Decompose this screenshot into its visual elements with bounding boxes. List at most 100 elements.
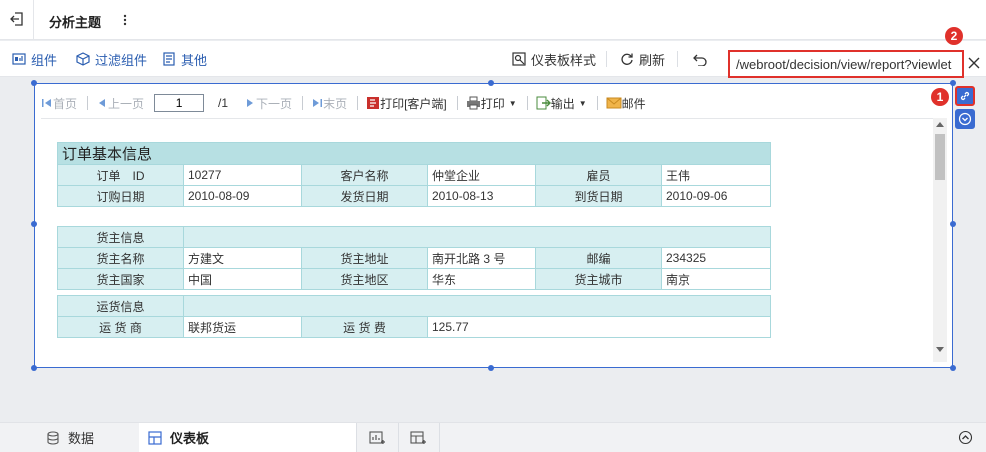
collapse-up-icon[interactable] [958, 430, 973, 445]
field-label: 客户名称 [301, 164, 428, 186]
url-value: /webroot/decision/view/report?viewlet [736, 56, 952, 72]
pdf-print-icon [367, 97, 380, 109]
component-button[interactable]: 组件 [12, 50, 57, 68]
resize-handle[interactable] [31, 80, 37, 86]
bottom-tab-bar: 数据 仪表板 [0, 422, 986, 452]
dashboard-style-button[interactable]: 仪表板样式 [512, 50, 596, 68]
page-number-input[interactable] [154, 94, 205, 112]
freight-info-table: 运货信息 运 货 商 联邦货运 运 货 费 125.77 [57, 295, 771, 338]
divider [456, 96, 458, 110]
divider [302, 96, 304, 110]
order-info-table: 订单基本信息 订单 ID 10277 客户名称 仲堂企业 雇员 王伟 订购日期 … [56, 142, 772, 207]
field-label: 到货日期 [535, 185, 662, 207]
resize-handle[interactable] [950, 221, 956, 227]
table-row: 订单 ID 10277 客户名称 仲堂企业 雇员 王伟 [57, 164, 772, 186]
undo-icon[interactable] [693, 52, 707, 66]
page-total: /1 [218, 96, 229, 110]
field-value: 2010-09-06 [660, 185, 772, 207]
filter-component-label: 过滤组件 [95, 52, 148, 68]
field-label: 雇员 [535, 164, 662, 186]
close-icon[interactable] [968, 57, 980, 69]
filter-component-button[interactable]: 过滤组件 [76, 50, 147, 68]
print-button[interactable]: 打印 ▼ [466, 95, 517, 112]
table-row: 货主国家 中国 货主地区 华东 货主城市 南京 [57, 268, 772, 290]
resize-handle[interactable] [488, 80, 494, 86]
email-button[interactable]: 邮件 [606, 95, 646, 112]
next-page-button[interactable]: 下一页 [244, 95, 292, 112]
table-row: 运货信息 [57, 295, 771, 317]
table-row: 货主名称 方建文 货主地址 南开北路 3 号 邮编 234325 [57, 247, 772, 269]
divider [596, 96, 598, 110]
dashboard-toolbar: 组件 过滤组件 其他 仪表板样式 刷新 /webroot/decision/vi… [0, 41, 986, 78]
chevron-down-circle-icon [958, 112, 972, 126]
other-label: 其他 [181, 52, 208, 68]
field-value: 联邦货运 [183, 316, 302, 338]
field-label: 货主地址 [301, 247, 428, 269]
refresh-label: 刷新 [639, 52, 666, 68]
style-icon [512, 52, 526, 66]
report-toolbar: 首页 上一页 /1 下一页 末页 打印[客户端] 打印 ▼ [41, 92, 947, 114]
resize-handle[interactable] [950, 80, 956, 86]
resize-handle[interactable] [31, 365, 37, 371]
field-value: 王伟 [660, 164, 772, 186]
database-icon [47, 430, 59, 445]
more-vertical-icon[interactable] [120, 12, 130, 28]
refresh-button[interactable]: 刷新 [620, 50, 665, 68]
tab-data[interactable]: 数据 [46, 423, 138, 452]
scroll-down-arrow-icon[interactable] [936, 347, 944, 352]
field-label: 货主城市 [535, 268, 662, 290]
component-icon [12, 53, 26, 65]
field-label: 货主地区 [301, 268, 428, 290]
first-page-button[interactable]: 首页 [41, 95, 77, 112]
resize-handle[interactable] [950, 365, 956, 371]
other-button[interactable]: 其他 [162, 50, 207, 68]
step-badge-2: 2 [945, 27, 963, 45]
print-client-button[interactable]: 打印[客户端] [366, 95, 447, 112]
prev-page-button[interactable]: 上一页 [96, 95, 144, 112]
last-page-label: 末页 [323, 96, 348, 111]
dashboard-style-label: 仪表板样式 [531, 52, 597, 68]
other-icon [163, 52, 175, 66]
vertical-scrollbar[interactable] [933, 118, 947, 362]
tab-dashboard-label: 仪表板 [170, 431, 210, 446]
section-label: 运货信息 [57, 295, 184, 317]
divider [33, 0, 34, 40]
divider [439, 423, 440, 452]
field-label: 订单 ID [57, 164, 184, 186]
tab-dashboard[interactable]: 仪表板 [139, 423, 356, 452]
dashboard-icon [148, 430, 162, 445]
field-value: 125.77 [427, 316, 771, 338]
exit-icon[interactable] [9, 11, 25, 27]
field-value: 南京 [660, 268, 772, 290]
scroll-up-arrow-icon[interactable] [936, 122, 944, 127]
field-value: 234325 [660, 247, 772, 269]
resize-handle[interactable] [488, 365, 494, 371]
export-button[interactable]: 输出 ▼ [536, 95, 587, 112]
refresh-icon [621, 53, 633, 65]
field-label: 邮编 [535, 247, 662, 269]
url-input[interactable]: /webroot/decision/view/report?viewlet [728, 50, 964, 78]
field-value: 南开北路 3 号 [427, 247, 536, 269]
divider [398, 423, 399, 452]
add-chart-icon[interactable] [368, 429, 386, 447]
field-label: 运 货 费 [301, 316, 428, 338]
prev-page-label: 上一页 [108, 96, 145, 111]
table-row: 货主信息 [57, 226, 772, 248]
component-label: 组件 [31, 52, 58, 68]
email-label: 邮件 [621, 96, 646, 111]
link-button[interactable] [955, 86, 975, 106]
scroll-thumb[interactable] [935, 134, 945, 180]
add-dashboard-icon[interactable] [409, 429, 427, 447]
table-row: 订购日期 2010-08-09 发货日期 2010-08-13 到货日期 201… [57, 185, 772, 207]
tab-data-label: 数据 [68, 431, 95, 446]
field-value: 中国 [183, 268, 302, 290]
report-widget[interactable]: 首页 上一页 /1 下一页 末页 打印[客户端] 打印 ▼ [34, 83, 953, 368]
export-icon [536, 96, 551, 110]
last-page-button[interactable]: 末页 [311, 95, 347, 112]
resize-handle[interactable] [31, 221, 37, 227]
divider [526, 96, 528, 110]
field-label: 货主国家 [57, 268, 184, 290]
expand-button[interactable] [955, 109, 975, 129]
divider [356, 423, 357, 452]
report-content: 订单基本信息 订单 ID 10277 客户名称 仲堂企业 雇员 王伟 订购日期 … [41, 118, 947, 362]
